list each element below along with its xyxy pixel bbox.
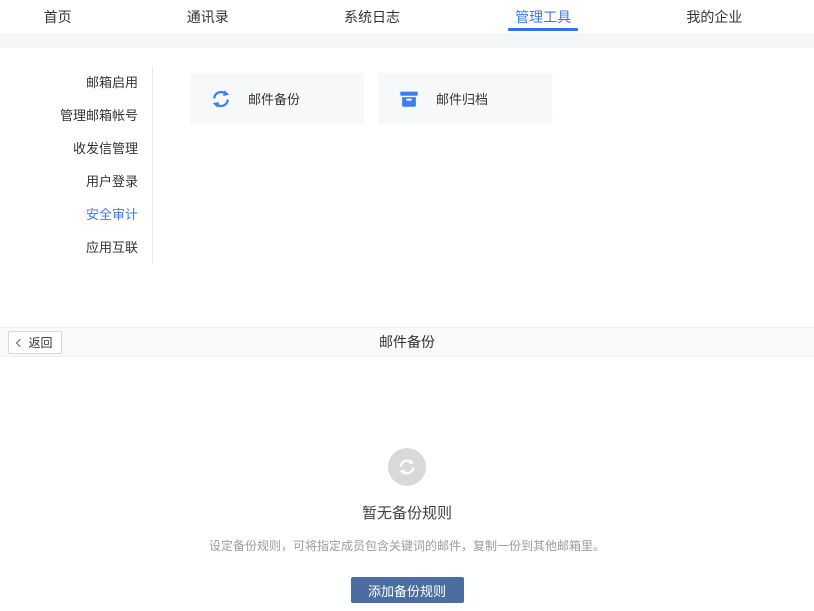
nav-label: 系统日志 <box>344 7 400 27</box>
empty-title: 暂无备份规则 <box>0 502 814 523</box>
card-label: 邮件归档 <box>436 89 488 108</box>
nav-label: 管理工具 <box>515 7 571 27</box>
sidebar-item-mailbox-enable[interactable]: 邮箱启用 <box>0 66 152 99</box>
sidebar-item-user-login[interactable]: 用户登录 <box>0 165 152 198</box>
nav-label: 通讯录 <box>187 7 229 27</box>
empty-description: 设定备份规则，可将指定成员包含关键词的邮件，复制一份到其他邮箱里。 <box>0 537 814 554</box>
back-button[interactable]: 返回 <box>8 331 62 354</box>
archive-icon <box>398 88 420 110</box>
sidebar-item-app-connect[interactable]: 应用互联 <box>0 231 152 264</box>
sidebar: 邮箱启用 管理邮箱帐号 收发信管理 用户登录 安全审计 应用互联 <box>0 66 153 264</box>
nav-item-management-tools[interactable]: 管理工具 <box>515 0 571 33</box>
sync-icon-circle <box>388 448 426 486</box>
top-nav: 首页 通讯录 系统日志 管理工具 我的企业 <box>0 0 800 33</box>
active-tab-underline <box>508 28 578 31</box>
empty-state: 暂无备份规则 设定备份规则，可将指定成员包含关键词的邮件，复制一份到其他邮箱里。… <box>0 448 814 603</box>
card-mail-backup[interactable]: 邮件备份 <box>190 73 364 124</box>
sidebar-item-manage-accounts[interactable]: 管理邮箱帐号 <box>0 99 152 132</box>
admin-console-page: 首页 通讯录 系统日志 管理工具 我的企业 邮箱启用 管理邮箱帐号 收发信管理 … <box>0 0 814 611</box>
nav-label: 我的企业 <box>686 7 742 27</box>
nav-label: 首页 <box>44 7 72 27</box>
back-label: 返回 <box>28 334 52 351</box>
add-backup-rule-button[interactable]: 添加备份规则 <box>351 577 464 603</box>
nav-item-home[interactable]: 首页 <box>44 0 72 33</box>
nav-item-system-log[interactable]: 系统日志 <box>344 0 400 33</box>
sync-icon <box>210 88 232 110</box>
card-label: 邮件备份 <box>248 89 300 108</box>
section-title: 邮件备份 <box>0 328 814 356</box>
chevron-left-icon <box>16 339 24 347</box>
nav-separator-strip <box>0 33 814 48</box>
sidebar-item-send-receive-mgmt[interactable]: 收发信管理 <box>0 132 152 165</box>
tool-cards: 邮件备份 邮件归档 <box>190 73 552 124</box>
nav-item-my-enterprise[interactable]: 我的企业 <box>686 0 742 33</box>
nav-item-contacts[interactable]: 通讯录 <box>187 0 229 33</box>
sidebar-item-security-audit[interactable]: 安全审计 <box>0 198 152 231</box>
card-mail-archive[interactable]: 邮件归档 <box>378 73 552 124</box>
back-toolbar: 返回 邮件备份 <box>0 327 814 357</box>
